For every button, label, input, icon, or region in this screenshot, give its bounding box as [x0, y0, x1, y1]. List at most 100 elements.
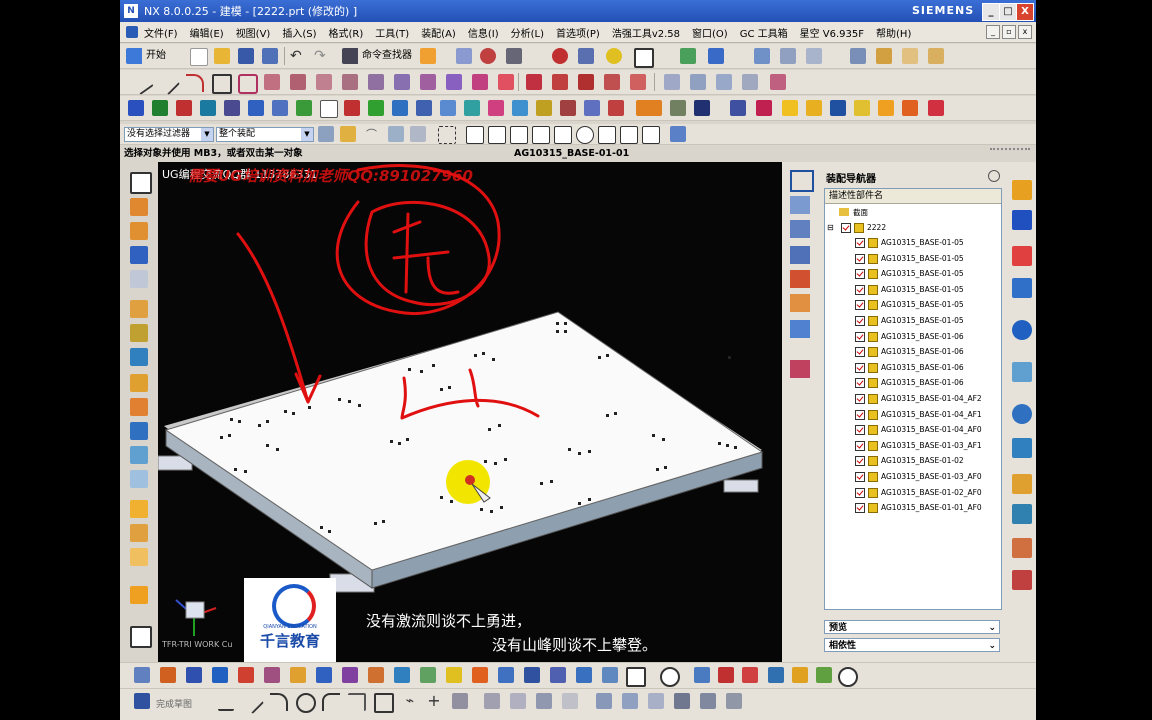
minimize-button[interactable]: _ — [982, 3, 1000, 21]
assembly-navigator-tab-icon[interactable] — [1012, 180, 1032, 200]
menu-gc-toolbox[interactable]: GC 工具箱 — [734, 25, 794, 40]
groove-icon[interactable] — [296, 100, 312, 116]
edge-blend-icon[interactable] — [368, 100, 384, 116]
point-icon[interactable] — [480, 48, 496, 64]
object-display-icon[interactable] — [830, 100, 846, 116]
hole-icon[interactable] — [176, 100, 192, 116]
assembly-arrow-icon[interactable] — [680, 48, 696, 64]
split-body-icon[interactable] — [512, 100, 528, 116]
move-object-icon[interactable] — [134, 667, 150, 683]
open-folder-icon[interactable] — [214, 48, 230, 64]
make-corner-icon[interactable] — [536, 693, 552, 709]
close-button[interactable]: X — [1016, 3, 1034, 21]
drag-icon[interactable] — [742, 667, 758, 683]
edit-length-icon[interactable] — [630, 74, 646, 90]
thicken-icon[interactable] — [130, 348, 148, 366]
dimension-icon[interactable] — [730, 100, 746, 116]
rectangle-icon[interactable] — [212, 74, 232, 94]
offset-surface-icon[interactable] — [130, 324, 148, 342]
scissors-icon[interactable] — [130, 626, 152, 648]
view-orient-icon[interactable] — [790, 170, 814, 192]
assembly-constraint-icon[interactable] — [130, 586, 148, 604]
shade-ball-icon[interactable] — [606, 48, 622, 64]
view-top-icon[interactable] — [576, 667, 592, 683]
n-sided-icon[interactable] — [130, 446, 148, 464]
snap-target-icon[interactable] — [552, 48, 568, 64]
rotate-view-icon[interactable] — [790, 246, 810, 264]
cube-select-icon[interactable] — [670, 126, 686, 142]
wrap-curve-icon[interactable] — [420, 74, 436, 90]
redo-icon[interactable]: ↷ — [314, 48, 330, 64]
checkbox-icon[interactable] — [855, 487, 865, 498]
sew-icon[interactable] — [584, 100, 600, 116]
trim-sheet-icon[interactable] — [130, 500, 148, 518]
mdi-minimize-icon[interactable]: _ — [986, 25, 1000, 39]
checkbox-icon[interactable] — [855, 347, 865, 358]
section-view-icon[interactable] — [790, 320, 810, 338]
face-analysis-icon[interactable] — [472, 667, 488, 683]
solid-cone-icon[interactable] — [716, 74, 732, 90]
intersect-curve-icon[interactable] — [394, 74, 410, 90]
convert-reference-icon[interactable] — [674, 693, 690, 709]
zoom-icon[interactable] — [790, 220, 810, 238]
command-finder-button[interactable]: 命令查找器 — [342, 48, 412, 64]
assembly-tree[interactable]: 描述性部件名 截面 ⊟ 2222 AG10315_BASE-01-05 AG103… — [824, 188, 1002, 610]
menu-format[interactable]: 格式(R) — [323, 25, 370, 40]
extrude-side-icon[interactable] — [130, 246, 148, 264]
arrow-right-icon[interactable] — [186, 667, 202, 683]
clock-tab-icon[interactable] — [1012, 404, 1032, 424]
checkbox-icon[interactable] — [855, 362, 865, 373]
box-select-icon[interactable] — [438, 126, 456, 144]
fit-view-icon[interactable] — [790, 196, 810, 214]
app-menu-icon[interactable] — [126, 26, 138, 38]
fillet-surface-icon[interactable] — [130, 548, 148, 566]
profile-icon[interactable] — [218, 693, 234, 711]
menu-file[interactable]: 文件(F) — [138, 25, 184, 40]
ucam-icon[interactable] — [636, 100, 662, 116]
through-curves-icon[interactable] — [130, 398, 148, 416]
graphics-window[interactable]: UG编程交流QQ群 113786331 需要UG培训资料加老师QQ:891027… — [158, 162, 782, 662]
rotate-icon[interactable] — [290, 667, 306, 683]
menu-info[interactable]: 信息(I) — [462, 25, 505, 40]
checkbox-icon[interactable] — [855, 472, 865, 482]
infer-settings-icon[interactable] — [726, 693, 742, 709]
color-palette-icon[interactable] — [782, 100, 798, 116]
extract-curve-icon[interactable] — [446, 74, 462, 90]
system-materials-tab-icon[interactable] — [1012, 438, 1032, 458]
select-face-icon[interactable] — [410, 126, 426, 142]
menu-analysis[interactable]: 分析(L) — [505, 25, 550, 40]
refresh-icon[interactable] — [212, 667, 228, 683]
checkbox-icon[interactable] — [855, 300, 865, 311]
arc-icon[interactable] — [186, 74, 204, 92]
menu-view[interactable]: 视图(V) — [230, 25, 277, 40]
pin-icon[interactable] — [988, 170, 1000, 182]
extend-curve-icon[interactable] — [552, 74, 568, 90]
mdi-restore-icon[interactable]: ▫ — [1002, 25, 1016, 39]
snap-point-on-face-icon[interactable] — [642, 126, 660, 144]
mirror-feature-icon[interactable] — [344, 100, 360, 116]
quick-trim-icon[interactable] — [484, 693, 500, 709]
circle-select-icon[interactable] — [660, 667, 680, 687]
chamfer-curve-icon[interactable] — [604, 74, 620, 90]
spline-icon[interactable] — [290, 74, 306, 90]
checkbox-icon[interactable] — [855, 253, 865, 264]
line-tool-icon[interactable] — [155, 70, 181, 96]
checkbox-icon[interactable] — [855, 409, 865, 420]
sweep-icon[interactable] — [130, 374, 148, 392]
snap-control-icon[interactable] — [510, 126, 528, 144]
link-icon[interactable]: ⌒ — [366, 126, 382, 142]
checkbox-icon[interactable] — [855, 284, 865, 295]
alternate-solution-icon[interactable] — [700, 693, 716, 709]
menu-haoxiang-tools[interactable]: 浩强工具v2.58 — [606, 25, 686, 40]
revolve-icon[interactable] — [152, 100, 168, 116]
sketch-circle-icon[interactable] — [296, 693, 316, 713]
checkbox-icon[interactable] — [855, 394, 865, 404]
line-icon[interactable] — [130, 71, 154, 95]
bounded-plane-icon[interactable] — [130, 470, 148, 488]
select-all-icon[interactable] — [340, 126, 356, 142]
rectangle-select-icon[interactable] — [626, 667, 646, 687]
menu-help[interactable]: 帮助(H) — [870, 25, 917, 40]
view-top-icon[interactable] — [806, 48, 822, 64]
snap-point-on-curve-icon[interactable] — [620, 126, 638, 144]
type-filter-combo[interactable]: 没有选择过滤器 ▼ — [124, 127, 214, 142]
